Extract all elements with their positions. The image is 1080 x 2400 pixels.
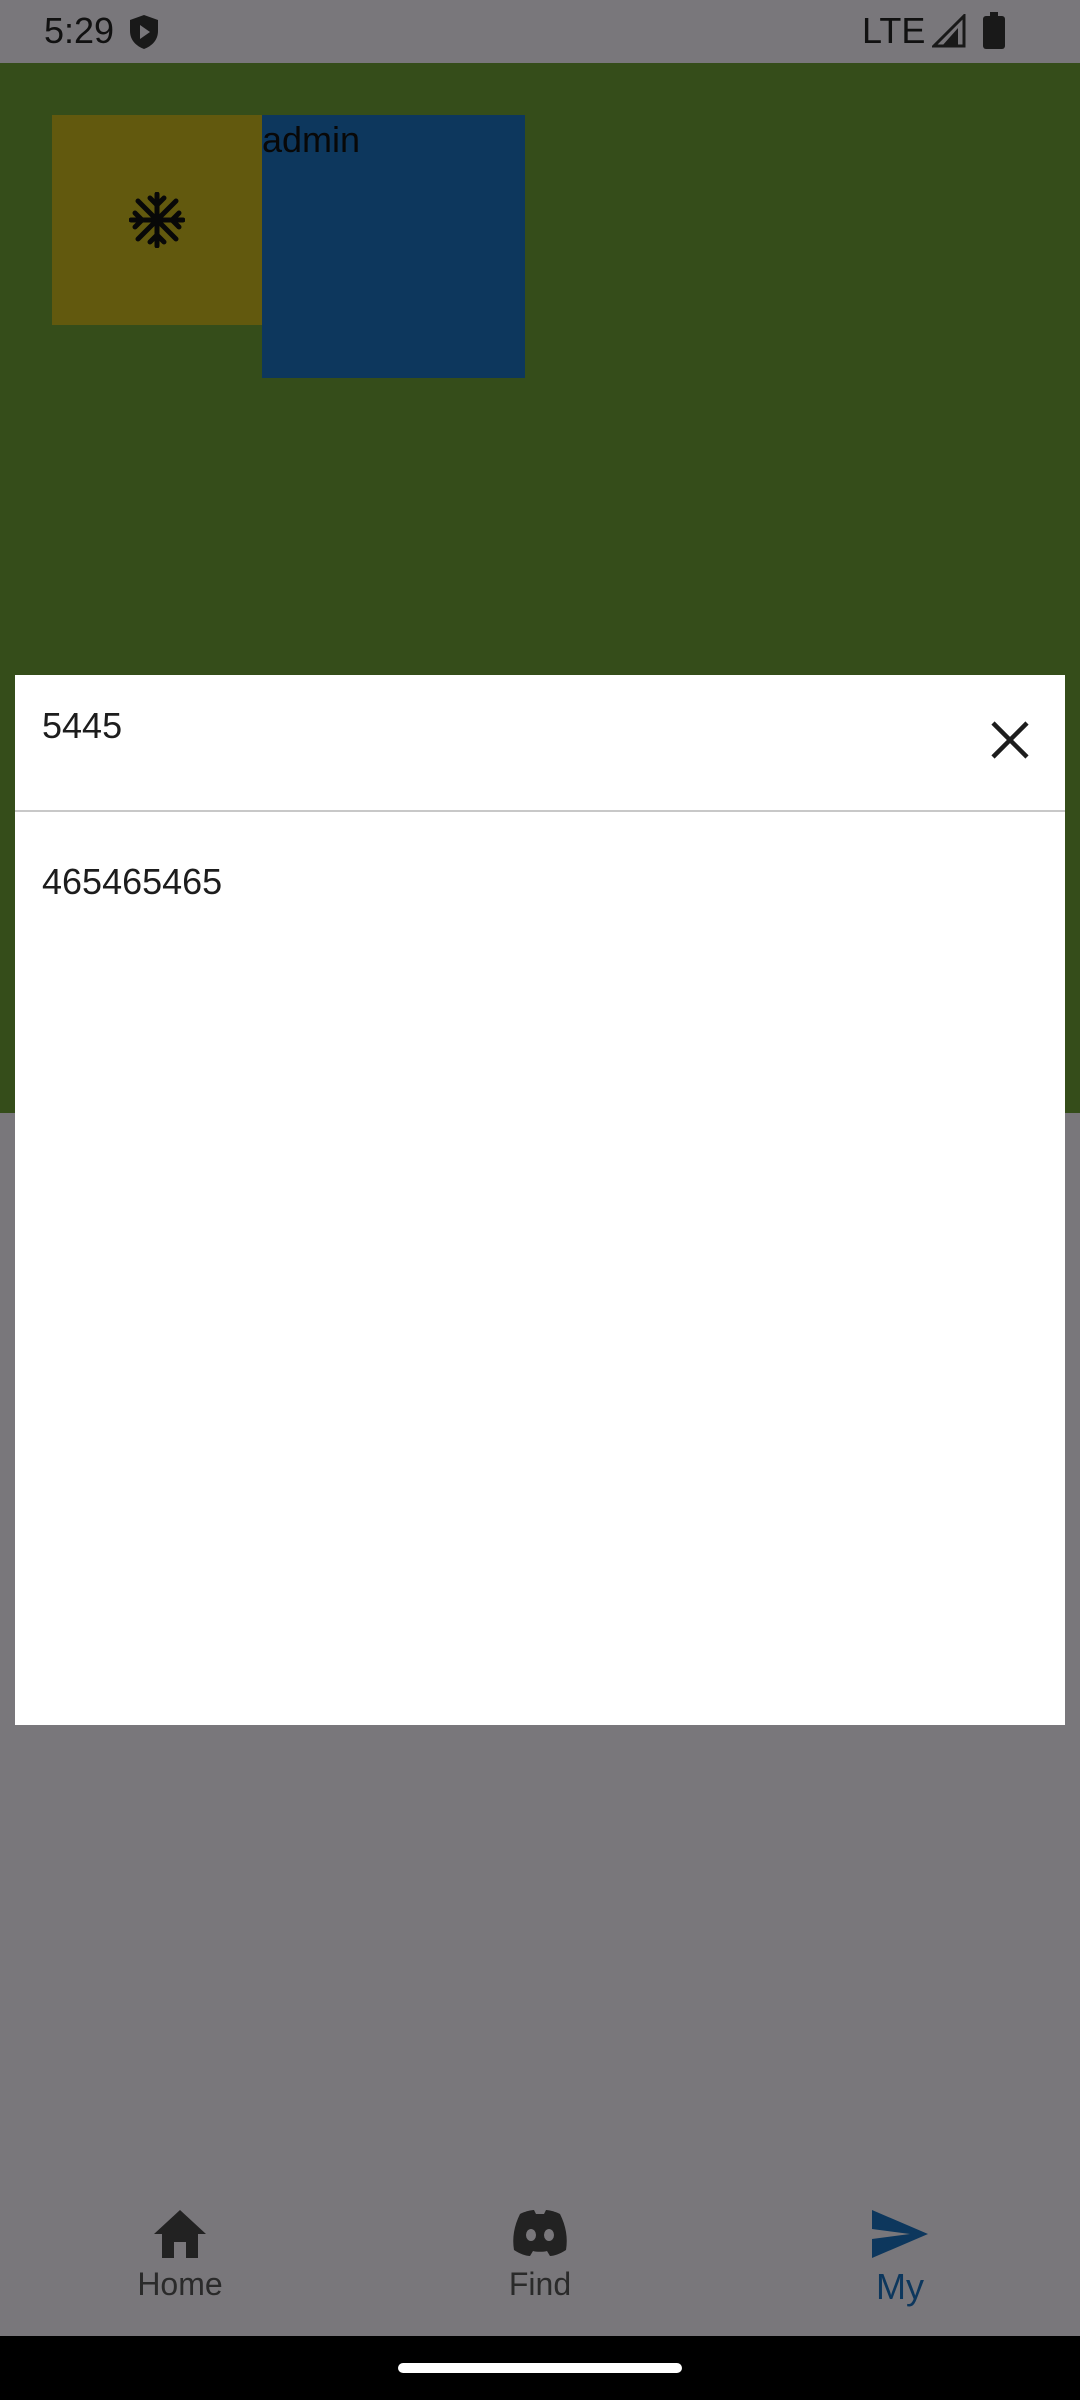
app-screen: 5:29 LTE — [0, 0, 1080, 2400]
dialog-header: 5445 — [15, 675, 1065, 812]
detail-dialog: 5445 465465465 — [15, 675, 1065, 1725]
dialog-title: 5445 — [42, 705, 123, 746]
close-icon — [991, 721, 1029, 759]
close-button[interactable] — [975, 705, 1045, 775]
system-navigation-bar — [0, 2336, 1080, 2400]
gesture-handle[interactable] — [398, 2363, 682, 2373]
dialog-body-text: 465465465 — [42, 861, 223, 902]
